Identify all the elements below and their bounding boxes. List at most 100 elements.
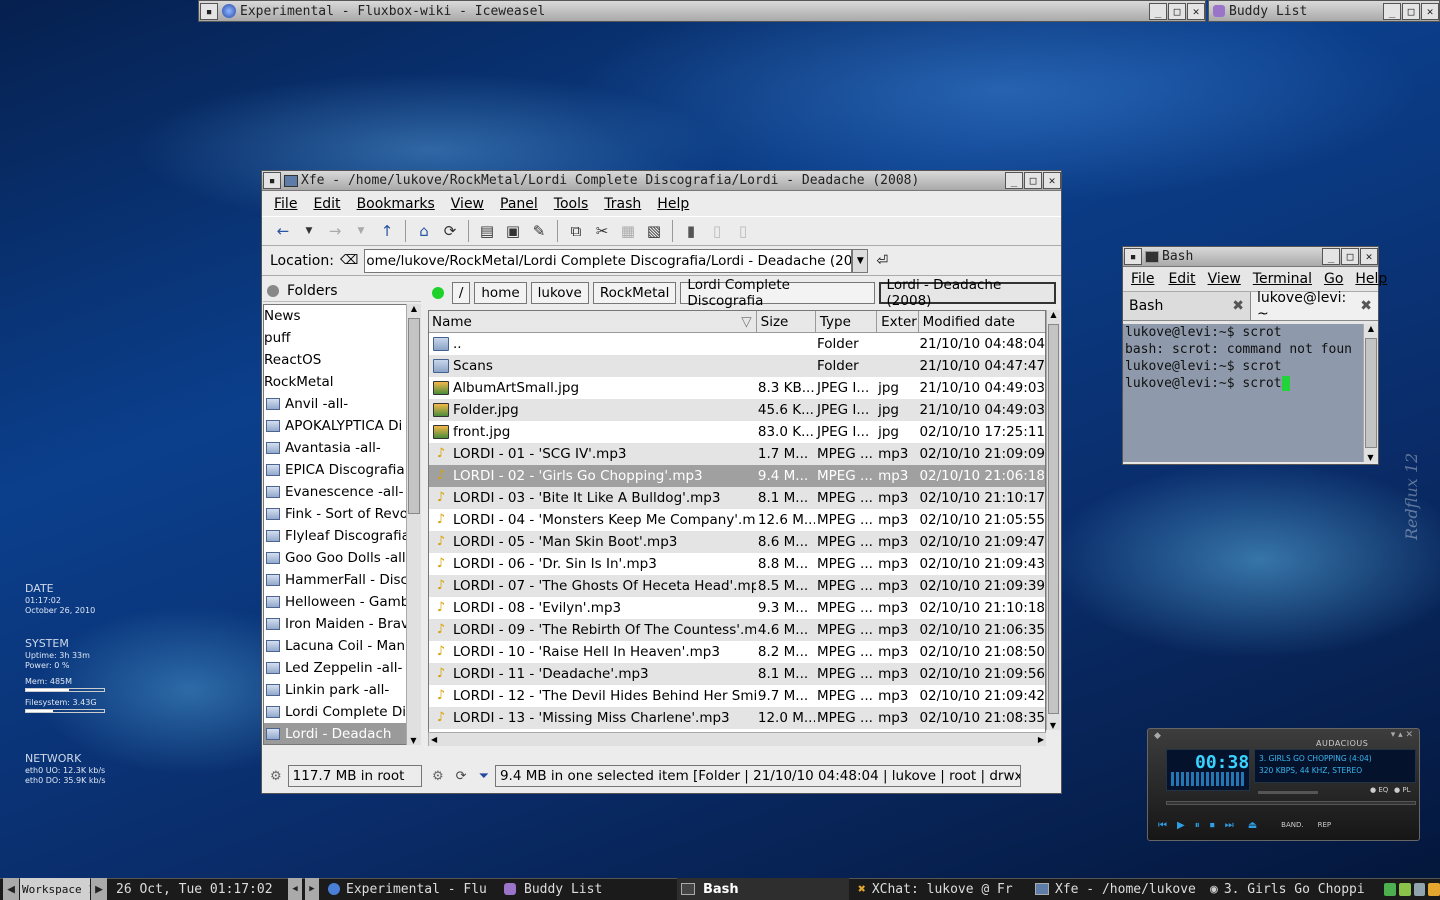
file-row[interactable]: front.jpg 83.0 K... JPEG I... jpg 02/10/10 1…: [429, 421, 1045, 443]
menu-trash[interactable]: Trash: [604, 196, 641, 212]
minimize-button[interactable]: _: [1005, 172, 1023, 189]
col-type[interactable]: Type: [816, 311, 878, 332]
task-iceweasel[interactable]: Experimental - Flu: [328, 878, 498, 900]
play-icon[interactable]: ▶: [1177, 820, 1185, 831]
menu-go[interactable]: Go: [1324, 271, 1343, 287]
file-row[interactable]: ♪ LORDI - 10 - 'Raise Hell In Heaven'.mp3…: [429, 641, 1045, 663]
task-xfe[interactable]: Xfe - /home/lukove: [1035, 878, 1205, 900]
folder-tree-item[interactable]: News: [264, 305, 421, 327]
seek-bar[interactable]: [1166, 801, 1416, 805]
clear-location-icon[interactable]: ⌫: [340, 253, 358, 268]
folder-tree-item[interactable]: ReactOS: [264, 349, 421, 371]
trash-icon[interactable]: ▮: [680, 220, 702, 242]
folder-tree-item[interactable]: Lordi Complete Disc: [264, 701, 421, 723]
menu-terminal[interactable]: Terminal: [1253, 271, 1312, 287]
trash-status-icon[interactable]: ⚙: [432, 769, 444, 784]
delete-icon[interactable]: ▯: [732, 220, 754, 242]
home-icon[interactable]: ⌂: [413, 220, 435, 242]
close-button[interactable]: ✕: [1421, 2, 1439, 20]
folder-tree-item[interactable]: Helloween - Gambl: [264, 591, 421, 613]
crumb-rockmetal[interactable]: RockMetal: [592, 282, 677, 304]
location-input[interactable]: ome/lukove/RockMetal/Lordi Complete Disc…: [364, 248, 853, 273]
maximize-button[interactable]: □: [1341, 248, 1359, 265]
file-row[interactable]: ♪ LORDI - 09 - 'The Rebirth Of The Counte…: [429, 619, 1045, 641]
back-icon[interactable]: ←: [272, 220, 294, 242]
tree-scrollbar[interactable]: ▲ ▼: [406, 304, 421, 745]
menu-edit[interactable]: Edit: [313, 196, 340, 212]
tree-scroll-thumb[interactable]: [408, 318, 420, 514]
tab-lukove[interactable]: lukove@levi: ~ ✖: [1251, 290, 1378, 322]
folder-tree-item[interactable]: Flyleaf Discografia: [264, 525, 421, 547]
file-row[interactable]: ♪ LORDI - 02 - 'Girls Go Chopping'.mp3 9.4…: [429, 465, 1045, 487]
stop-icon[interactable]: ⏹: [1210, 820, 1215, 831]
prev-icon[interactable]: ⏮: [1158, 820, 1167, 831]
crumb-discografia[interactable]: Lordi Complete Discografia: [680, 277, 875, 309]
repeat-button[interactable]: REP: [1318, 821, 1332, 829]
close-tab-icon[interactable]: ✖: [1232, 298, 1244, 314]
forward-icon[interactable]: →: [324, 220, 346, 242]
maximize-button[interactable]: □: [1168, 2, 1186, 20]
window-menu-button[interactable]: ▪: [263, 172, 281, 189]
menu-view[interactable]: View: [451, 196, 484, 212]
task-next-button[interactable]: ▶: [305, 878, 319, 900]
close-tab-icon[interactable]: ✖: [1360, 298, 1372, 314]
workspace-prev-button[interactable]: ◀: [3, 878, 19, 900]
col-name[interactable]: Name ▽: [429, 311, 757, 332]
terminal-scroll-thumb[interactable]: [1365, 338, 1377, 448]
file-row[interactable]: .. Folder 21/10/10 04:48:04: [429, 333, 1045, 355]
menu-edit[interactable]: Edit: [1168, 271, 1195, 287]
maximize-button[interactable]: □: [1024, 172, 1042, 189]
folder-tree-item[interactable]: APOKALYPTICA Di: [264, 415, 421, 437]
restore-icon[interactable]: ▯: [706, 220, 728, 242]
folder-tree-item[interactable]: RockMetal: [264, 371, 421, 393]
menu-help[interactable]: Help: [1355, 271, 1387, 287]
pl-toggle[interactable]: ● PL: [1394, 786, 1410, 794]
toggle-hidden-icon[interactable]: ⟳: [456, 769, 467, 784]
forward-history-icon[interactable]: ▼: [350, 220, 372, 242]
crumb-root[interactable]: /: [451, 282, 471, 304]
folder-tree-item[interactable]: Fink - Sort of Revol: [264, 503, 421, 525]
folder-tree-item[interactable]: Anvil -all-: [264, 393, 421, 415]
file-row[interactable]: ♪ LORDI - 11 - 'Deadache'.mp3 8.1 M... MPEG…: [429, 663, 1045, 685]
task-prev-button[interactable]: ◀: [288, 878, 302, 900]
file-row[interactable]: Scans Folder 21/10/10 04:47:47: [429, 355, 1045, 377]
back-history-icon[interactable]: ▼: [298, 220, 320, 242]
file-row[interactable]: ♪ LORDI - 01 - 'SCG IV'.mp3 1.7 M... MPEG .…: [429, 443, 1045, 465]
network-tray-icon[interactable]: [1384, 882, 1396, 896]
menu-file[interactable]: File: [274, 196, 297, 212]
new-folder-icon[interactable]: ▣: [502, 220, 524, 242]
workspace-next-button[interactable]: ▶: [91, 878, 107, 900]
window-menu-button[interactable]: ▪: [1124, 248, 1142, 265]
new-link-icon[interactable]: ✎: [528, 220, 550, 242]
task-buddy-list[interactable]: Buddy List: [504, 878, 674, 900]
updates-tray-icon[interactable]: [1398, 882, 1411, 896]
crumb-current[interactable]: Lordi - Deadache (2008): [878, 277, 1056, 309]
task-xchat[interactable]: ✖ XChat: lukove @ Fr: [858, 878, 1028, 900]
folder-tree-item[interactable]: Avantasia -all-: [264, 437, 421, 459]
file-vscrollbar[interactable]: ▲ ▼: [1046, 310, 1060, 730]
audacious-menu-icon[interactable]: ◆: [1154, 731, 1161, 741]
menu-panel[interactable]: Panel: [500, 196, 538, 212]
minimize-button[interactable]: _: [1149, 2, 1167, 20]
refresh-icon[interactable]: ⟳: [439, 220, 461, 242]
col-size[interactable]: Size: [757, 311, 816, 332]
folder-tree-item[interactable]: Lordi - Deadach: [264, 723, 421, 744]
task-audacious[interactable]: ◉ 3. Girls Go Choppi: [1210, 878, 1380, 900]
terminal-output[interactable]: lukove@levi:~$ scrot bash: scrot: comman…: [1123, 324, 1363, 462]
menu-view[interactable]: View: [1208, 271, 1241, 287]
eq-toggle[interactable]: ● EQ: [1370, 786, 1388, 794]
tab-bash[interactable]: Bash ✖: [1123, 292, 1251, 320]
folder-tree[interactable]: News puff ReactOS RockMetal Anvil -all- APOKA…: [263, 304, 421, 745]
folder-tree-item[interactable]: HammerFall - Disco: [264, 569, 421, 591]
file-row[interactable]: ♪ LORDI - 12 - 'The Devil Hides Behind He…: [429, 685, 1045, 707]
file-row[interactable]: ♪ LORDI - 07 - 'The Ghosts Of Heceta Head…: [429, 575, 1045, 597]
menu-help[interactable]: Help: [657, 196, 689, 212]
battery-tray-icon[interactable]: [1413, 882, 1426, 896]
up-icon[interactable]: ↑: [376, 220, 398, 242]
copy-icon[interactable]: ⧉: [565, 220, 587, 242]
file-row[interactable]: Folder.jpg 45.6 K... JPEG I... jpg 21/10/10 …: [429, 399, 1045, 421]
folder-tree-item[interactable]: Led Zeppelin -all-: [264, 657, 421, 679]
file-row[interactable]: ♪ LORDI - 04 - 'Monsters Keep Me Company'…: [429, 509, 1045, 531]
col-date[interactable]: Modified date: [919, 311, 1045, 332]
folder-tree-item[interactable]: Iron Maiden - Brave: [264, 613, 421, 635]
